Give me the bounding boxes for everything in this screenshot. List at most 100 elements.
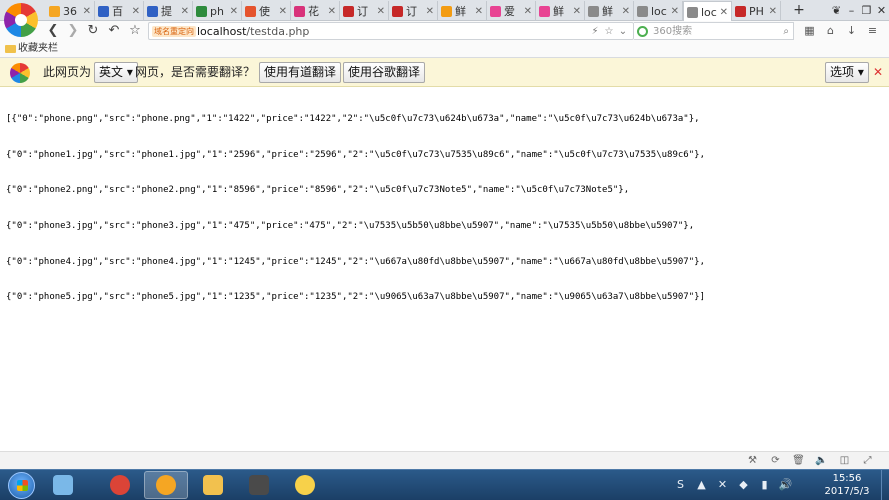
- toolbar-right: ▦ ⌂ ↓ ≡: [799, 22, 883, 40]
- refresh-icon[interactable]: ⟳: [764, 454, 787, 467]
- browser-tab[interactable]: loc ✕: [683, 1, 732, 22]
- tab-close-icon[interactable]: ✕: [475, 6, 483, 17]
- bookmark-star-icon[interactable]: ☆: [602, 26, 616, 37]
- minimize-button[interactable]: –: [844, 4, 859, 17]
- browser-tab[interactable]: 百 ✕: [95, 1, 144, 21]
- start-button[interactable]: [8, 472, 35, 499]
- json-line: {"0":"phone5.jpg","src":"phone5.jpg","1"…: [6, 292, 705, 303]
- tab-bar: 36 ✕ 百 ✕ 提 ✕ ph ✕ 使 ✕ 花 ✕ 订 ✕ 订 ✕ 鲜 ✕ 爱 ✕ 鲜 ✕ 鲜 ✕ loc ✕ loc ✕ PH ✕ + …: [0, 0, 889, 37]
- tab-close-icon[interactable]: ✕: [181, 6, 189, 17]
- undo-close-button[interactable]: ↶: [106, 23, 122, 39]
- favicon-icon: [588, 5, 599, 17]
- browser-tab[interactable]: 36 ✕: [46, 1, 95, 21]
- tab-close-icon[interactable]: ✕: [524, 6, 532, 17]
- close-window-button[interactable]: ✕: [874, 4, 889, 17]
- tab-close-icon[interactable]: ✕: [573, 6, 581, 17]
- search-box[interactable]: 360搜索 ⌕: [634, 22, 794, 40]
- address-bar[interactable]: 域名重定向 localhost/testda.php ⚡ ☆ ⌄: [148, 22, 634, 40]
- window-icon[interactable]: ◫: [833, 454, 856, 467]
- reload-button[interactable]: ↻: [85, 23, 101, 39]
- favicon-icon: [392, 5, 403, 17]
- clock[interactable]: 15:56 2017/5/3: [818, 472, 876, 498]
- security-icon[interactable]: ◆: [733, 478, 754, 491]
- favicon-icon: [147, 5, 158, 17]
- tab-close-icon[interactable]: ✕: [671, 6, 679, 17]
- back-button[interactable]: ❮: [45, 23, 61, 39]
- json-output: [{"0":"phone.png","src":"phone.png","1":…: [6, 90, 705, 328]
- bookmarks-folder-label[interactable]: 收藏夹栏: [18, 42, 58, 56]
- sound-icon[interactable]: 🔈: [810, 454, 833, 467]
- close-infobar-icon[interactable]: ✕: [873, 65, 883, 79]
- browser-tab[interactable]: 提 ✕: [144, 1, 193, 21]
- dropdown-chevron-icon[interactable]: ⌄: [616, 26, 630, 37]
- tab-close-icon[interactable]: ✕: [83, 6, 91, 17]
- tab-label: 花: [308, 5, 319, 18]
- favicon-icon: [245, 5, 256, 17]
- favicon-icon: [98, 5, 109, 17]
- url-text[interactable]: localhost/testda.php: [197, 24, 309, 39]
- youdao-translate-button[interactable]: 使用有道翻译: [259, 62, 342, 83]
- taskbar-app[interactable]: [237, 471, 281, 499]
- favicon-icon: [343, 5, 354, 17]
- translate-prefix: 此网页为: [43, 65, 92, 79]
- status-bar: ⚒ ⟳ 🗑 🔈 ◫ ⤢: [0, 451, 889, 469]
- new-tab-button[interactable]: +: [791, 1, 807, 19]
- taskbar-app[interactable]: [191, 471, 235, 499]
- network-error-icon[interactable]: ✕: [712, 478, 733, 491]
- browser-tab[interactable]: 花 ✕: [291, 1, 340, 21]
- skin-icon[interactable]: ❦: [829, 4, 844, 17]
- tab-close-icon[interactable]: ✕: [377, 6, 385, 17]
- cloud-icon[interactable]: ⌂: [820, 22, 841, 40]
- browser-tab[interactable]: 使 ✕: [242, 1, 291, 21]
- fullscreen-icon[interactable]: ⤢: [856, 454, 879, 467]
- taskbar-app[interactable]: [98, 471, 142, 499]
- browser-tab[interactable]: PH ✕: [732, 1, 781, 21]
- favicon-icon: [687, 6, 698, 18]
- language-select[interactable]: 英文 ▾: [94, 62, 138, 83]
- taskbar-app[interactable]: [41, 471, 85, 499]
- pinwheel-icon: [53, 475, 73, 495]
- taskbar-app[interactable]: [144, 471, 188, 499]
- folder-icon: [203, 475, 223, 495]
- tray-expand-icon[interactable]: ▲: [691, 478, 712, 491]
- search-engine-icon[interactable]: [637, 26, 648, 37]
- tab-close-icon[interactable]: ✕: [279, 6, 287, 17]
- options-dropdown[interactable]: 选项 ▾: [825, 62, 869, 83]
- google-translate-button[interactable]: 使用谷歌翻译: [343, 62, 426, 83]
- browser-tab[interactable]: 爱 ✕: [487, 1, 536, 21]
- search-icon[interactable]: ⌕: [783, 24, 789, 39]
- json-line: {"0":"phone4.jpg","src":"phone4.jpg","1"…: [6, 256, 705, 267]
- tools-icon[interactable]: ⚒: [741, 454, 764, 467]
- tab-label: PH: [749, 4, 764, 18]
- browser-tab[interactable]: 鲜 ✕: [438, 1, 487, 21]
- tab-close-icon[interactable]: ✕: [426, 6, 434, 17]
- volume-icon[interactable]: 🔊: [775, 478, 796, 491]
- browser-tab[interactable]: 鲜 ✕: [585, 1, 634, 21]
- tab-close-icon[interactable]: ✕: [132, 6, 140, 17]
- taskbar-app[interactable]: [283, 471, 327, 499]
- tab-close-icon[interactable]: ✕: [622, 6, 630, 17]
- apps-icon[interactable]: ▦: [799, 22, 820, 40]
- tab-close-icon[interactable]: ✕: [720, 7, 728, 18]
- browser-tab[interactable]: loc ✕: [634, 1, 683, 21]
- browser-logo-icon[interactable]: [4, 3, 38, 37]
- favorite-star-icon[interactable]: ☆: [127, 23, 143, 39]
- forward-button[interactable]: ❯: [65, 23, 81, 39]
- tab-close-icon[interactable]: ✕: [769, 6, 777, 17]
- signal-icon[interactable]: ▮: [754, 478, 775, 491]
- speed-mode-icon[interactable]: ⚡: [588, 26, 602, 37]
- browser-tab[interactable]: 鲜 ✕: [536, 1, 585, 21]
- show-desktop-button[interactable]: [881, 470, 889, 500]
- browser-tab[interactable]: ph ✕: [193, 1, 242, 21]
- tab-label: 订: [406, 5, 417, 18]
- tab-close-icon[interactable]: ✕: [230, 6, 238, 17]
- sogou-ime-icon[interactable]: S: [670, 478, 691, 491]
- menu-icon[interactable]: ≡: [862, 22, 883, 40]
- json-line: [{"0":"phone.png","src":"phone.png","1":…: [6, 113, 700, 124]
- browser-tab[interactable]: 订 ✕: [340, 1, 389, 21]
- tab-close-icon[interactable]: ✕: [328, 6, 336, 17]
- download-icon[interactable]: ↓: [841, 22, 862, 40]
- browser-tab[interactable]: 订 ✕: [389, 1, 438, 21]
- trash-icon[interactable]: 🗑: [787, 454, 810, 467]
- maximize-button[interactable]: ❐: [859, 4, 874, 17]
